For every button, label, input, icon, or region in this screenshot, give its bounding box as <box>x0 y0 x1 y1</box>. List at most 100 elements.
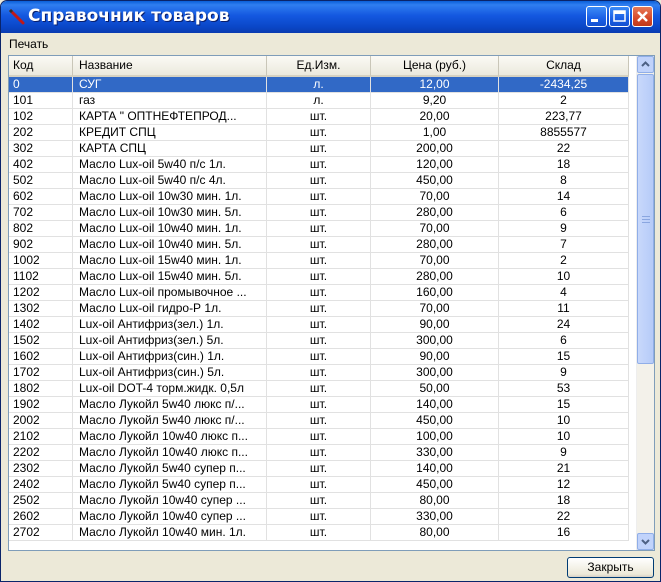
table-row[interactable]: 302 КАРТА СПЦ шт. 200,00 22 <box>9 141 629 157</box>
cell-stock: 53 <box>499 381 629 396</box>
cell-unit: шт. <box>267 237 371 252</box>
scroll-up-button[interactable] <box>637 56 654 73</box>
table-row[interactable]: 2602 Масло Лукойл 10w40 супер ... шт. 330,0… <box>9 509 629 525</box>
maximize-button[interactable] <box>609 6 630 27</box>
cell-name: Масло Lux-oil гидро-Р 1л. <box>73 301 267 316</box>
cell-unit: шт. <box>267 141 371 156</box>
table-row[interactable]: 2102 Масло Лукойл 10w40 люкс п... шт. 100,0… <box>9 429 629 445</box>
table-row[interactable]: 202 КРЕДИТ СПЦ шт. 1,00 8855577 <box>9 125 629 141</box>
cell-price: 300,00 <box>371 365 499 380</box>
cell-code: 1202 <box>9 285 73 300</box>
maximize-icon <box>613 10 626 22</box>
cell-stock: 6 <box>499 205 629 220</box>
cell-stock: 8 <box>499 173 629 188</box>
column-header-name[interactable]: Название <box>73 56 267 77</box>
table-row[interactable]: 502 Масло Lux-oil 5w40 п/с 4л. шт. 450,00 8 <box>9 173 629 189</box>
cell-stock: 6 <box>499 333 629 348</box>
table-row[interactable]: 2402 Масло Лукойл 5w40 супер п... шт. 450,0… <box>9 477 629 493</box>
table-row[interactable]: 1902 Масло Лукойл 5w40 люкс п/... шт. 140,0… <box>9 397 629 413</box>
table-row[interactable]: 1802 Lux-oil DOT-4 торм.жидк. 0,5л шт. 50,0… <box>9 381 629 397</box>
title-bar[interactable]: Справочник товаров <box>1 1 660 33</box>
table-row[interactable]: 902 Масло Lux-oil 10w40 мин. 5л. шт. 280,00… <box>9 237 629 253</box>
menu-item-print[interactable]: Печать <box>5 34 52 54</box>
cell-name: Масло Лукойл 10w40 супер ... <box>73 509 267 524</box>
table-row[interactable]: 702 Масло Lux-oil 10w30 мин. 5л. шт. 280,00… <box>9 205 629 221</box>
cell-code: 202 <box>9 125 73 140</box>
cell-name: Lux-oil Антифриз(син.) 5л. <box>73 365 267 380</box>
products-table[interactable]: Код Название Ед.Изм. Цена (руб.) Склад 0… <box>8 55 655 551</box>
table-row[interactable]: 2202 Масло Лукойл 10w40 люкс п... шт. 330,0… <box>9 445 629 461</box>
cell-name: газ <box>73 93 267 108</box>
cell-name: Масло Лукойл 5w40 люкс п/... <box>73 397 267 412</box>
window-close-button[interactable] <box>632 6 653 27</box>
cell-price: 70,00 <box>371 189 499 204</box>
cell-stock: 18 <box>499 157 629 172</box>
cell-stock: 18 <box>499 493 629 508</box>
cell-name: Lux-oil Антифриз(зел.) 1л. <box>73 317 267 332</box>
table-row[interactable]: 1102 Масло Lux-oil 15w40 мин. 5л. шт. 280,0… <box>9 269 629 285</box>
cell-price: 70,00 <box>371 221 499 236</box>
cell-name: Масло Lux-oil 10w30 мин. 5л. <box>73 205 267 220</box>
cell-name: Lux-oil Антифриз(зел.) 5л. <box>73 333 267 348</box>
cell-stock: 16 <box>499 525 629 540</box>
table-row[interactable]: 2302 Масло Лукойл 5w40 супер п... шт. 140,0… <box>9 461 629 477</box>
cell-stock: 22 <box>499 509 629 524</box>
cell-code: 2602 <box>9 509 73 524</box>
table-row[interactable]: 1602 Lux-oil Антифриз(син.) 1л. шт. 90,00 15 <box>9 349 629 365</box>
table-row[interactable]: 2002 Масло Лукойл 5w40 люкс п/... шт. 450,0… <box>9 413 629 429</box>
close-dialog-button[interactable]: Закрыть <box>567 557 654 578</box>
vertical-scrollbar[interactable] <box>636 56 654 550</box>
table-row[interactable]: 402 Масло Lux-oil 5w40 п/с 1л. шт. 120,00 18 <box>9 157 629 173</box>
table-row[interactable]: 1302 Масло Lux-oil гидро-Р 1л. шт. 70,00 11 <box>9 301 629 317</box>
cell-stock: 14 <box>499 189 629 204</box>
table-row[interactable]: 602 Масло Lux-oil 10w30 мин. 1л. шт. 70,00 1… <box>9 189 629 205</box>
cell-code: 2702 <box>9 525 73 540</box>
cell-stock: 11 <box>499 301 629 316</box>
cell-stock: 9 <box>499 445 629 460</box>
window-title: Справочник товаров <box>28 6 230 26</box>
table-row[interactable]: 102 КАРТА " ОПТНЕФТЕПРОД... шт. 20,00 223,77 <box>9 109 629 125</box>
table-row[interactable]: 2702 Масло Лукойл 10w40 мин. 1л. шт. 80,00 1… <box>9 525 629 541</box>
cell-unit: шт. <box>267 125 371 140</box>
table-row[interactable]: 2502 Масло Лукойл 10w40 супер ... шт. 80,00… <box>9 493 629 509</box>
table-row[interactable]: 1002 Масло Lux-oil 15w40 мин. 1л. шт. 70,00… <box>9 253 629 269</box>
cell-unit: шт. <box>267 477 371 492</box>
column-header-stock[interactable]: Склад <box>499 56 629 77</box>
cell-stock: 12 <box>499 477 629 492</box>
cell-stock: 15 <box>499 349 629 364</box>
cell-unit: шт. <box>267 509 371 524</box>
cell-name: Масло Lux-oil 15w40 мин. 1л. <box>73 253 267 268</box>
table-row[interactable]: 802 Масло Lux-oil 10w40 мин. 1л. шт. 70,00 9 <box>9 221 629 237</box>
minimize-button[interactable] <box>586 6 607 27</box>
table-row[interactable]: 1402 Lux-oil Антифриз(зел.) 1л. шт. 90,00 24 <box>9 317 629 333</box>
table-row[interactable]: 101 газ л. 9,20 2 <box>9 93 629 109</box>
table-row[interactable]: 1502 Lux-oil Антифриз(зел.) 5л. шт. 300,00 6 <box>9 333 629 349</box>
cell-price: 280,00 <box>371 269 499 284</box>
scroll-thumb[interactable] <box>637 74 654 364</box>
cell-code: 1002 <box>9 253 73 268</box>
cell-price: 450,00 <box>371 477 499 492</box>
cell-code: 0 <box>9 77 73 92</box>
cell-name: Масло Lux-oil 5w40 п/с 1л. <box>73 157 267 172</box>
table-header: Код Название Ед.Изм. Цена (руб.) Склад <box>9 56 629 77</box>
cell-name: СУГ <box>73 77 267 92</box>
table-row[interactable]: 1702 Lux-oil Антифриз(син.) 5л. шт. 300,00 9 <box>9 365 629 381</box>
column-header-code[interactable]: Код <box>9 56 73 77</box>
table-row[interactable]: 0 СУГ л. 12,00 -2434,25 <box>9 77 629 93</box>
application-window: Справочник товаров Печать Код Название Е… <box>0 0 661 582</box>
cell-unit: шт. <box>267 253 371 268</box>
cell-price: 450,00 <box>371 413 499 428</box>
scroll-grip-line <box>642 216 650 217</box>
table-row[interactable]: 1202 Масло Lux-oil промывочное ... шт. 160,… <box>9 285 629 301</box>
cell-price: 330,00 <box>371 445 499 460</box>
scroll-down-button[interactable] <box>637 533 654 550</box>
cell-unit: шт. <box>267 413 371 428</box>
cell-unit: шт. <box>267 317 371 332</box>
cell-stock: 223,77 <box>499 109 629 124</box>
cell-name: Масло Lux-oil 5w40 п/с 4л. <box>73 173 267 188</box>
column-header-price[interactable]: Цена (руб.) <box>371 56 499 77</box>
scroll-grip-line <box>642 222 650 223</box>
cell-name: Масло Lux-oil 10w40 мин. 5л. <box>73 237 267 252</box>
column-header-unit[interactable]: Ед.Изм. <box>267 56 371 77</box>
cell-name: КРЕДИТ СПЦ <box>73 125 267 140</box>
